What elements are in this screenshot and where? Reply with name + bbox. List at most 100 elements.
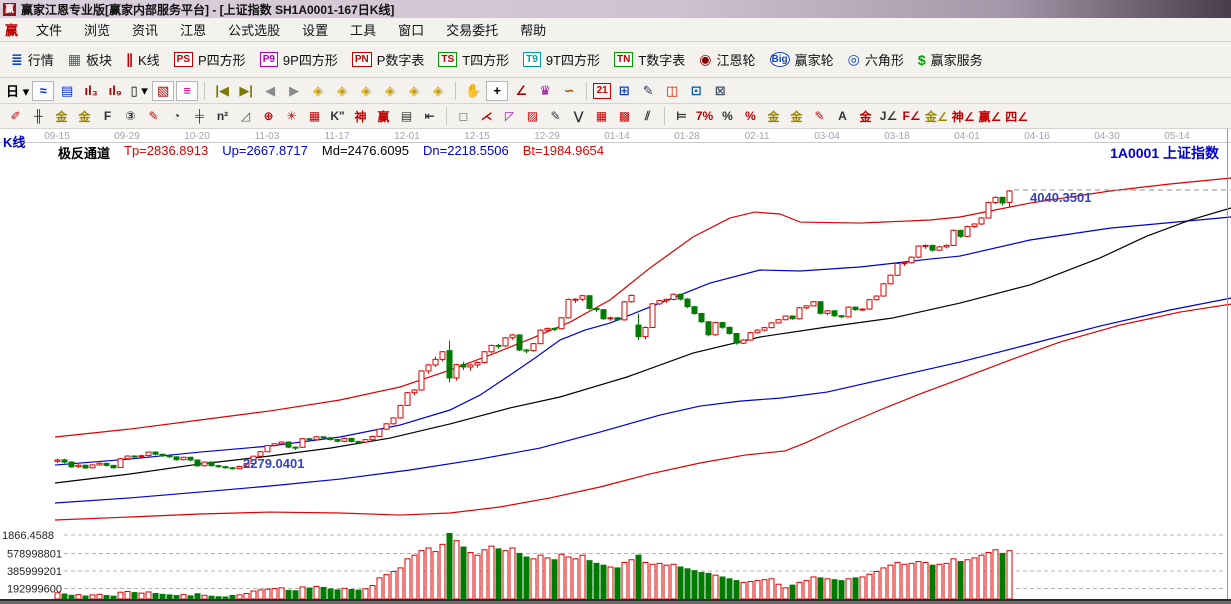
clipboard-icon[interactable]: ▤ — [56, 81, 78, 101]
toolbar-button-kline[interactable]: ∥ K线 — [119, 47, 167, 72]
curve-tool-icon[interactable]: ∽ — [558, 81, 580, 101]
prev-button[interactable]: ◀ — [259, 81, 281, 101]
toolbar-button-p-table[interactable]: PN P数字表 — [345, 47, 432, 72]
fib-tool[interactable]: F — [97, 106, 118, 126]
pencil-line-tool[interactable]: ✎ — [545, 106, 566, 126]
toolbar-button-sectors[interactable]: ▦ 板块 — [61, 47, 119, 72]
menu-item-1[interactable]: 浏览 — [73, 18, 121, 41]
last-page-button[interactable]: ▶| — [235, 81, 257, 101]
histogram-icon[interactable]: ≡ — [176, 80, 199, 101]
diamond-hshrink-icon[interactable]: ◈ — [355, 81, 377, 101]
gann-fan-tool[interactable]: ⋌ — [476, 106, 497, 126]
monitor-icon[interactable]: ⊡ — [685, 81, 707, 101]
period-day-dropdown[interactable]: 日 ▾ — [5, 81, 30, 101]
winner-wheel-icon: Big — [769, 52, 790, 67]
toolbar-button-t-square[interactable]: TS T四方形 — [431, 47, 516, 72]
menu-item-0[interactable]: 文件 — [25, 18, 73, 41]
toolbar-button-winner-service[interactable]: $ 赢家服务 — [911, 47, 990, 72]
date-tick: 01-14 — [604, 131, 630, 142]
measure-tool[interactable]: ⇤ — [419, 106, 440, 126]
titlebar[interactable]: 赢 赢家江恩专业版[赢家内部服务平台] - [上证指数 SH1A0001-167… — [0, 0, 1231, 18]
shen-angle-tool[interactable]: 神∠ — [951, 106, 976, 126]
step9-icon[interactable]: ıl₉ — [104, 81, 126, 101]
calculator-icon[interactable]: ⊞ — [613, 81, 635, 101]
menu-item-2[interactable]: 资讯 — [121, 18, 169, 41]
diamond-expand-icon[interactable]: ◈ — [427, 81, 449, 101]
menu-item-5[interactable]: 设置 — [291, 18, 339, 41]
toolbar-button-hexagon[interactable]: ◎ 六角形 — [841, 47, 911, 72]
next-button[interactable]: ▶ — [283, 81, 305, 101]
pan-hand-icon[interactable]: ✋ — [462, 81, 484, 101]
diamond-compress-icon[interactable]: ◈ — [403, 81, 425, 101]
menu-item-3[interactable]: 江恩 — [169, 18, 217, 41]
red-gridbox-tool[interactable]: ▩ — [614, 106, 635, 126]
scale-ruler-tool[interactable]: ⊨ — [671, 106, 692, 126]
pct-line-tool[interactable]: 7% — [694, 106, 715, 126]
fan-box-tool2[interactable]: ▨ — [522, 106, 543, 126]
diamond-hexpand-icon[interactable]: ◈ — [379, 81, 401, 101]
gold-ratio-tool[interactable]: 金 — [51, 106, 72, 126]
si-angle-tool[interactable]: 四∠ — [1004, 106, 1029, 126]
ying-tool[interactable]: 赢 — [373, 106, 394, 126]
flag-pencil-tool[interactable]: ✎ — [809, 106, 830, 126]
stamp-icon[interactable]: ♛ — [534, 81, 556, 101]
ying-angle-tool[interactable]: 赢∠ — [978, 106, 1003, 126]
toolbar-button-p-square[interactable]: PS P四方形 — [167, 47, 253, 72]
j-angle-tool[interactable]: J∠ — [878, 106, 899, 126]
gann-grid-tool[interactable]: ▦ — [304, 106, 325, 126]
kline-chart-area[interactable]: 09-15 09-29 10-20 11-03 11-17 12-01 12-15 12-29… — [0, 129, 1231, 599]
calendar-icon[interactable]: 21 — [593, 82, 612, 99]
tally-tool[interactable]: ╫ — [28, 106, 49, 126]
notes-icon[interactable]: ✎ — [637, 81, 659, 101]
percent-tool[interactable]: % — [717, 106, 738, 126]
gold-underline-tool[interactable]: 金 — [855, 106, 876, 126]
menu-item-7[interactable]: 窗口 — [387, 18, 435, 41]
toolbar-button-quotes[interactable]: ≣ 行情 — [4, 47, 61, 72]
angle-line-tool[interactable]: ◿ — [235, 106, 256, 126]
first-page-button[interactable]: |◀ — [211, 81, 233, 101]
menu-item-6[interactable]: 工具 — [339, 18, 387, 41]
red-grid-tool[interactable]: ▦ — [591, 106, 612, 126]
crosshair-icon[interactable]: + — [486, 80, 509, 101]
gold-circle-tool[interactable]: 金 — [763, 106, 784, 126]
gann-circle-tool[interactable]: ⊕ — [258, 106, 279, 126]
fan-box-tool[interactable]: ◸ — [499, 106, 520, 126]
ruler-123-tool[interactable]: ▤ — [396, 106, 417, 126]
cycle3-tool[interactable]: ③ — [120, 106, 141, 126]
red-percent-tool[interactable]: % — [740, 106, 761, 126]
red-pencil-tool[interactable]: ✎ — [143, 106, 164, 126]
order-tool-icon[interactable]: ⊠ — [709, 81, 731, 101]
toolbar-button-9t-square[interactable]: T9 9T四方形 — [516, 47, 607, 72]
candle-style-dropdown[interactable]: ▯ ▾ — [128, 81, 150, 101]
box-select-tool[interactable]: ◻ — [453, 106, 474, 126]
gold-ratio-tool2[interactable]: 金 — [74, 106, 95, 126]
toolbar-button-t-table[interactable]: TN T数字表 — [607, 47, 692, 72]
menu-item-4[interactable]: 公式选股 — [217, 18, 291, 41]
diamond-right-icon[interactable]: ◈ — [331, 81, 353, 101]
wave-icon[interactable]: ≈ — [32, 80, 55, 101]
step3-icon[interactable]: ıl₃ — [80, 81, 102, 101]
gold-angle-tool[interactable]: 金∠ — [924, 106, 949, 126]
toolbar-button-9p-square[interactable]: P9 9P四方形 — [253, 47, 345, 72]
toolbar-button-gann-wheel[interactable]: ◉ 江恩轮 — [692, 47, 762, 72]
tally-tool2[interactable]: ╪ — [189, 106, 210, 126]
zigzag-tool[interactable]: ⋁ — [568, 106, 589, 126]
parallel-lines-tool[interactable]: ⫽ — [637, 106, 658, 126]
gann-star-tool[interactable]: ✳ — [281, 106, 302, 126]
shen-tool[interactable]: 神 — [350, 106, 371, 126]
circle-cycle-tool[interactable]: ◔ — [166, 106, 187, 126]
k-mark-tool[interactable]: K" — [327, 106, 348, 126]
gold-line-tool[interactable]: 金 — [786, 106, 807, 126]
angle-measure-icon[interactable]: ∠ — [510, 81, 532, 101]
f-angle-tool[interactable]: F∠ — [901, 106, 922, 126]
brush-tool[interactable]: ✐ — [5, 106, 26, 126]
diamond-left-icon[interactable]: ◈ — [307, 81, 329, 101]
pattern-icon[interactable]: ▧ — [152, 80, 175, 101]
toolbar-button-winner-wheel[interactable]: Big 赢家轮 — [763, 47, 841, 72]
menu-item-9[interactable]: 帮助 — [509, 18, 557, 41]
kline-chart-svg[interactable]: 09-15 09-29 10-20 11-03 11-17 12-01 12-15 12-29… — [0, 129, 1231, 599]
menu-item-8[interactable]: 交易委托 — [435, 18, 509, 41]
a-curve-tool[interactable]: A — [832, 106, 853, 126]
save-icon[interactable]: ◫ — [661, 81, 683, 101]
n-square-tool[interactable]: n² — [212, 106, 233, 126]
